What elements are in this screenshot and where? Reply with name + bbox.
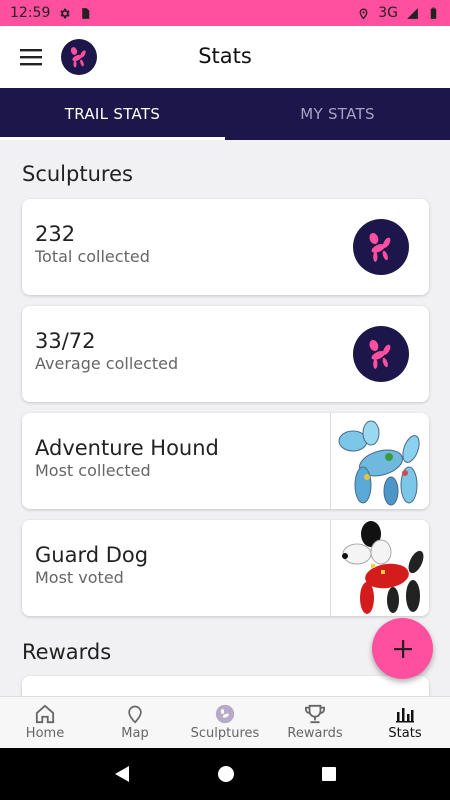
stats-content[interactable]: Sculptures 232 Total collected 33/72 Ave… <box>0 140 450 696</box>
sculptures-heading: Sculptures <box>22 162 133 186</box>
balloon-dog-icon <box>70 47 86 68</box>
signal-icon <box>407 7 418 19</box>
hamburger-icon <box>20 49 42 66</box>
network-type: 3G <box>378 5 398 21</box>
nav-sculptures[interactable]: Sculptures <box>180 697 270 748</box>
stat-value: Guard Dog <box>35 543 149 567</box>
settings-icon <box>60 8 71 18</box>
recents-icon[interactable] <box>321 766 337 782</box>
map-pin-icon <box>128 705 142 724</box>
stat-value: 33/72 <box>35 329 96 353</box>
tab-my-stats[interactable]: MY STATS <box>225 88 450 140</box>
home-icon <box>35 704 55 724</box>
nav-rewards[interactable]: Rewards <box>270 697 360 748</box>
app-logo <box>61 39 97 75</box>
home-circle-icon[interactable] <box>217 765 235 783</box>
nav-map[interactable]: Map <box>90 697 180 748</box>
balloon-dog-icon <box>353 219 409 275</box>
stat-label: Most collected <box>35 461 151 480</box>
balloon-dog-icon <box>353 326 409 382</box>
nav-home[interactable]: Home <box>0 697 90 748</box>
stat-card-most-voted[interactable]: Guard Dog Most voted <box>22 520 429 616</box>
trophy-icon <box>305 704 325 724</box>
app-bar: Stats <box>0 26 450 88</box>
nav-label: Stats <box>388 726 422 741</box>
system-navigation-bar <box>0 748 450 800</box>
sculpture-photo <box>330 413 429 509</box>
stat-card-average[interactable]: 33/72 Average collected <box>22 306 429 402</box>
stat-label: Most voted <box>35 568 124 587</box>
stat-value: Adventure Hound <box>35 436 219 460</box>
rewards-heading: Rewards <box>22 640 112 664</box>
status-bar: 12:59 3G <box>0 0 450 26</box>
add-button[interactable] <box>372 618 433 679</box>
sculpture-logo-icon <box>215 704 235 724</box>
nav-stats[interactable]: Stats <box>360 697 450 748</box>
bar-chart-icon <box>396 708 414 723</box>
nav-label: Rewards <box>287 726 343 741</box>
plus-icon <box>393 639 412 658</box>
battery-icon <box>430 7 437 19</box>
location-icon <box>359 8 368 19</box>
sculpture-photo <box>330 520 429 616</box>
bottom-navigation: Home Map Sculptures Rewards Stats <box>0 696 450 748</box>
stat-card-most-collected[interactable]: Adventure Hound Most collected <box>22 413 429 509</box>
stat-label: Average collected <box>35 354 179 373</box>
tab-trail-stats[interactable]: TRAIL STATS <box>0 88 225 140</box>
reward-card[interactable] <box>22 676 429 696</box>
status-time: 12:59 <box>10 5 51 21</box>
nav-label: Sculptures <box>190 726 260 741</box>
nav-label: Map <box>121 726 149 741</box>
back-icon[interactable] <box>113 765 131 783</box>
nav-label: Home <box>25 726 65 741</box>
stat-card-total[interactable]: 232 Total collected <box>22 199 429 295</box>
stat-label: Total collected <box>35 247 150 266</box>
menu-button[interactable] <box>0 26 62 88</box>
tab-bar: TRAIL STATS MY STATS <box>0 88 450 140</box>
stat-value: 232 <box>35 222 76 246</box>
sd-card-icon <box>82 7 90 19</box>
